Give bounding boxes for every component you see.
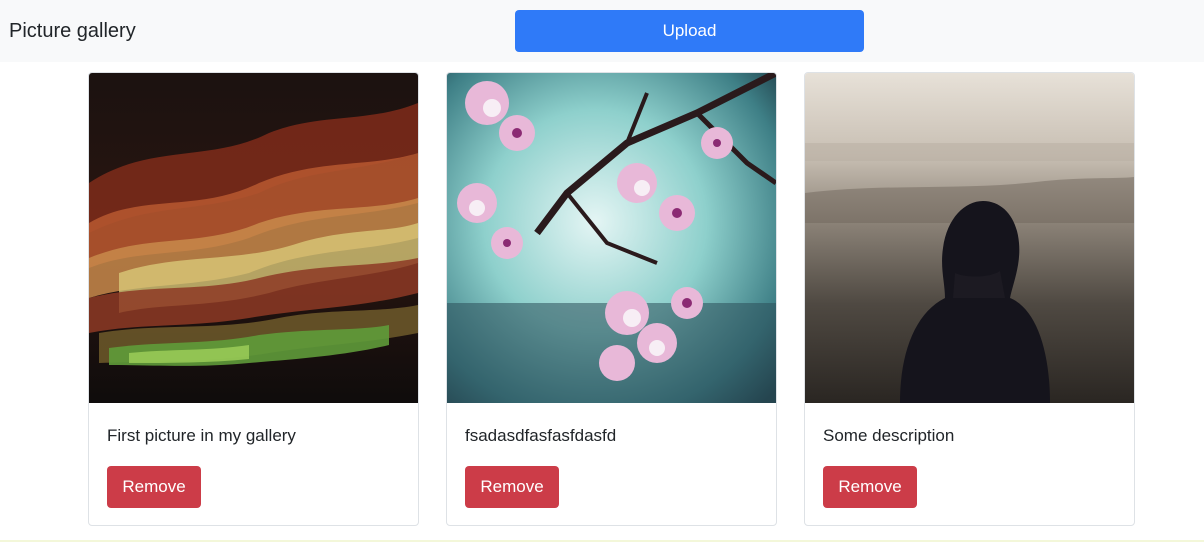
upload-button[interactable]: Upload [515, 10, 864, 52]
card-description: fsadasdfasfasfdasfd [465, 426, 617, 445]
card-image [89, 73, 418, 403]
gallery-card: First picture in my gallery Remove [88, 72, 419, 526]
remove-button[interactable]: Remove [823, 466, 917, 508]
card-image [805, 73, 1134, 403]
remove-button[interactable]: Remove [465, 466, 559, 508]
navbar: Picture gallery Upload [0, 0, 1204, 62]
remove-button[interactable]: Remove [107, 466, 201, 508]
card-description: First picture in my gallery [107, 426, 296, 445]
card-description: Some description [823, 426, 955, 445]
gallery-card: fsadasdfasfasfdasfd Remove [446, 72, 777, 526]
brand-title[interactable]: Picture gallery [9, 18, 136, 44]
card-image [447, 73, 776, 403]
gallery-card: Some description Remove [804, 72, 1135, 526]
